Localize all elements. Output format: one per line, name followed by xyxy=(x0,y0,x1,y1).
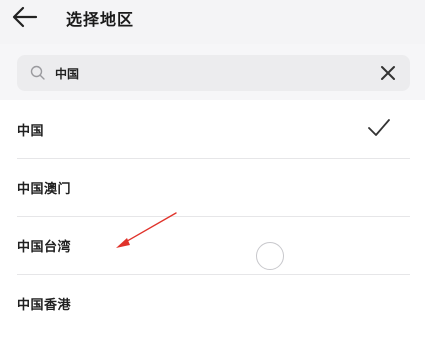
region-item-label: 中国台湾 xyxy=(17,240,72,255)
region-item-label: 中国 xyxy=(17,124,45,139)
back-button[interactable] xyxy=(8,2,42,32)
top-bar: 选择地区 xyxy=(0,0,425,44)
page-title: 选择地区 xyxy=(66,10,135,29)
clear-search-button[interactable] xyxy=(376,61,400,85)
search-bar[interactable] xyxy=(17,55,410,91)
region-select-screen: 选择地区 中国 中国澳门 中国台湾 中国香港 xyxy=(0,0,425,347)
region-item-label: 中国澳门 xyxy=(17,182,72,197)
region-item-taiwan[interactable]: 中国台湾 xyxy=(0,216,425,274)
checkmark-icon xyxy=(368,119,390,136)
search-input[interactable] xyxy=(55,61,375,85)
search-icon xyxy=(30,65,45,80)
region-item-label: 中国香港 xyxy=(17,298,72,313)
close-icon xyxy=(381,66,395,80)
region-item-hongkong[interactable]: 中国香港 xyxy=(0,274,425,332)
region-item-macau[interactable]: 中国澳门 xyxy=(0,158,425,216)
region-item-china[interactable]: 中国 xyxy=(0,100,425,158)
arrow-left-icon xyxy=(12,6,38,28)
region-list: 中国 中国澳门 中国台湾 中国香港 xyxy=(0,100,425,347)
